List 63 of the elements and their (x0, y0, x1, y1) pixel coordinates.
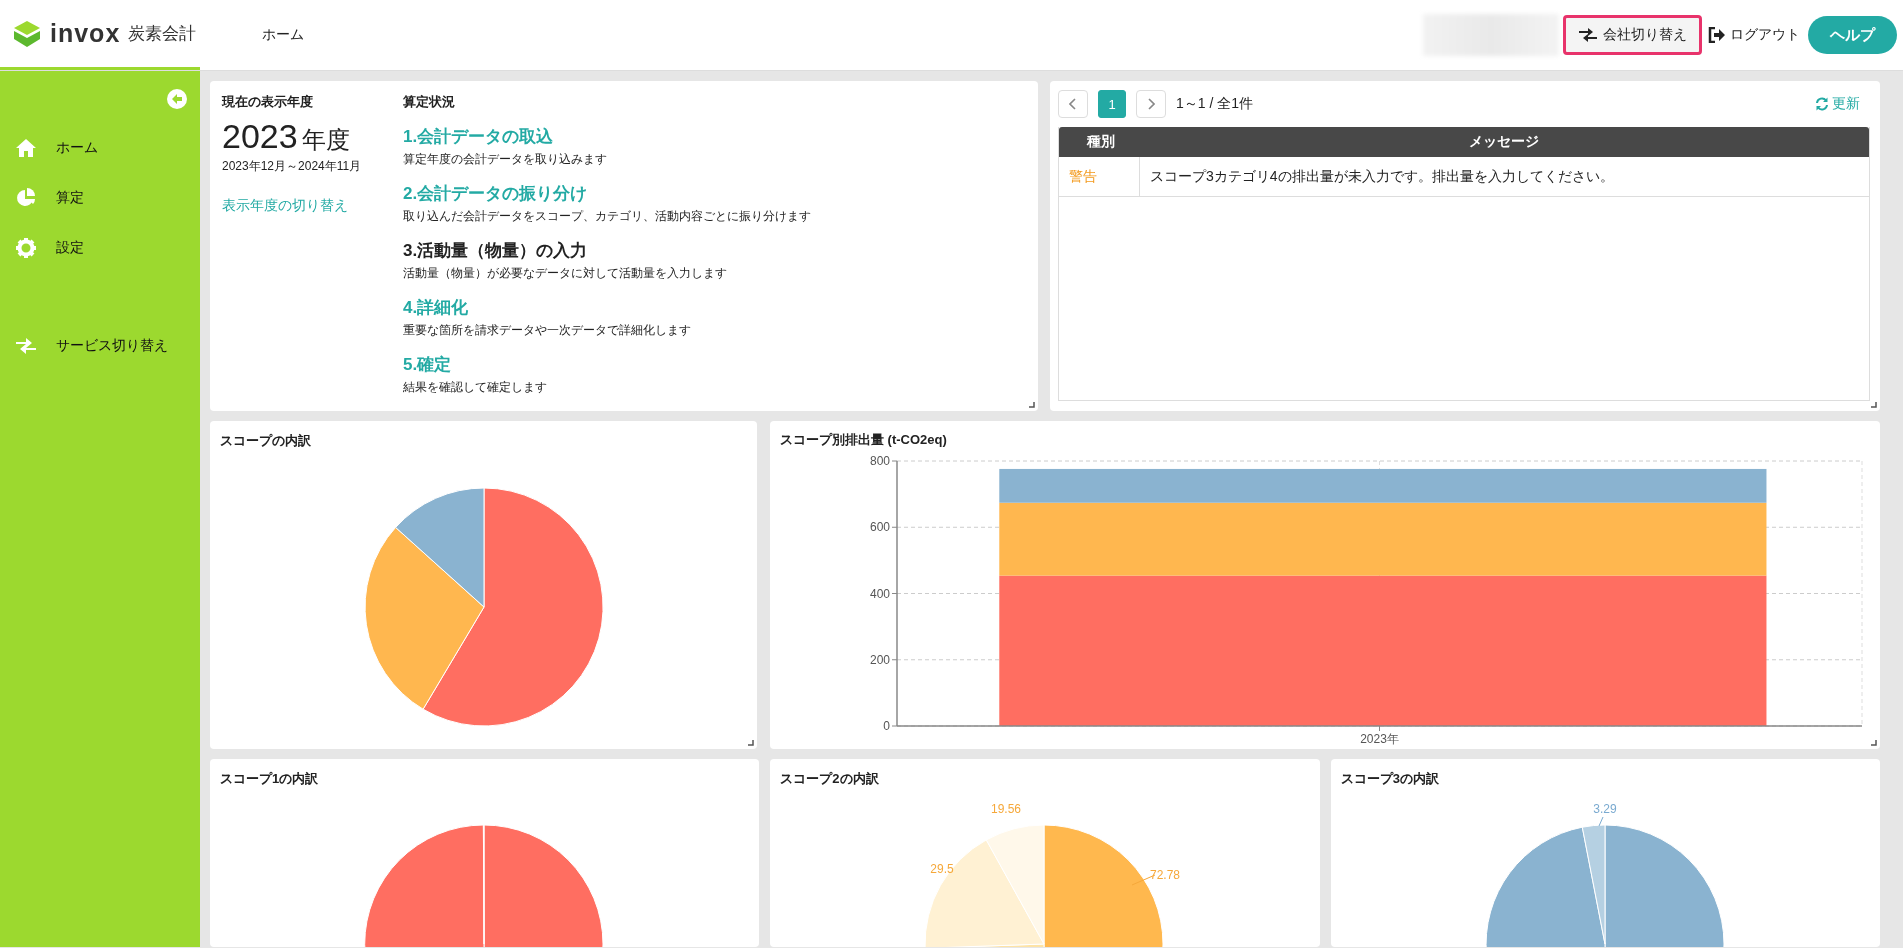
brand-name: invox (50, 19, 121, 48)
chevron-left-icon (1069, 98, 1077, 110)
swap-arrows-icon (15, 337, 37, 355)
leader-line (1598, 816, 1604, 827)
fiscal-period: 2023年12月～2024年11月 (222, 158, 363, 175)
refresh-icon (1815, 97, 1829, 111)
chart-title: スコープの内訳 (219, 432, 312, 450)
page-button[interactable]: 1 (1098, 90, 1126, 118)
message-text: スコープ3カテゴリ4の排出量が未入力です。排出量を入力してください。 (1139, 157, 1869, 196)
refresh-button[interactable]: 更新 (1815, 95, 1860, 113)
step-link[interactable]: 4.詳細化 (403, 296, 1026, 319)
column-header: 種別 (1085, 133, 1116, 151)
sidebar-item[interactable]: 設定 (0, 223, 200, 273)
axis-tick-label: 200 (869, 652, 890, 667)
step-description: 重要な箇所を請求データや一次データで詳細化します (403, 322, 692, 339)
sidebar-item[interactable]: 算定 (0, 173, 200, 223)
data-label: 72.78 (1150, 868, 1181, 882)
year-switch-link[interactable]: 表示年度の切り替え (222, 197, 348, 215)
gear-icon (16, 238, 36, 258)
data-label: 29.5 (930, 862, 954, 876)
page-range: 1～1 / 全1件 (1176, 95, 1254, 113)
year-value: 2023 (222, 117, 298, 156)
chart-title: スコープ1の内訳 (219, 770, 320, 788)
section-heading: 算定状況 (403, 93, 456, 111)
cube-logo-icon (12, 18, 42, 49)
sidebar-item[interactable]: サービス切り替え (0, 321, 200, 371)
chart-title: スコープ別排出量 (t-CO2eq) (779, 431, 948, 449)
resize-grip-icon[interactable] (748, 740, 754, 746)
sign-out-icon (1708, 27, 1726, 43)
axis-tick-label: 400 (869, 586, 890, 601)
swap-arrows-icon (1578, 27, 1598, 43)
chevron-right-icon (1147, 98, 1155, 110)
step-link[interactable]: 1.会計データの取込 (403, 125, 1026, 148)
resize-grip-icon[interactable] (1029, 402, 1035, 408)
message-type: 警告 (1068, 167, 1098, 186)
section-heading: 現在の表示年度 (222, 93, 314, 111)
data-label: 3.29 (1593, 802, 1617, 816)
step-link[interactable]: 2.会計データの振り分け (403, 182, 1026, 205)
step-description: 取り込んだ会計データをスコープ、カテゴリ、活動内容ごとに振り分けます (403, 208, 812, 225)
company-switch-button[interactable]: 会社切り替え (1563, 15, 1702, 55)
nav-link[interactable]: ホーム (262, 26, 304, 44)
help-button[interactable]: ヘルプ (1808, 16, 1897, 54)
axis-tick-label: 800 (869, 454, 890, 468)
chart-title: スコープ3の内訳 (1339, 770, 1440, 788)
resize-grip-icon[interactable] (1871, 402, 1877, 408)
axis-tick-label: 0 (883, 719, 890, 733)
logout-button[interactable]: ログアウト (1708, 26, 1800, 44)
pie-chart-icon (16, 188, 36, 208)
step-link[interactable]: 5.確定 (403, 353, 1026, 376)
step-description: 算定年度の会計データを取り込みます (403, 151, 608, 168)
column-header: メッセージ (1468, 133, 1540, 151)
step-description: 結果を確認して確定します (403, 379, 548, 396)
resize-grip-icon[interactable] (1871, 740, 1877, 746)
axis-tick-label: 600 (869, 520, 890, 535)
chart-title: スコープ2の内訳 (779, 770, 880, 788)
sidebar-item[interactable]: ホーム (0, 123, 200, 173)
home-icon (15, 138, 37, 158)
product-name: 炭素会計 (128, 23, 197, 45)
step-description: 活動量（物量）が必要なデータに対して活動量を入力します (403, 265, 728, 282)
year-suffix: 年度 (301, 125, 350, 155)
data-label: 19.56 (991, 802, 1022, 816)
axis-category-label: 2023年 (1360, 732, 1399, 746)
step-title: 3.活動量（物量）の入力 (403, 240, 589, 262)
